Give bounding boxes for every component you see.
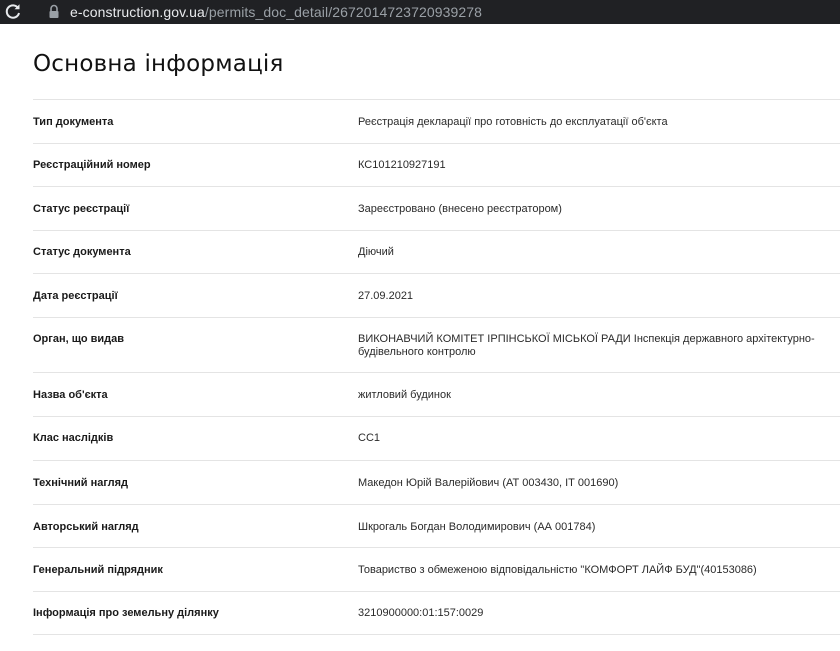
row-label: Статус реєстрації	[33, 203, 130, 215]
page-title: Основна інформація	[33, 51, 284, 77]
row-label: Інформація про земельну ділянку	[33, 607, 219, 619]
row-value: ВИКОНАВЧИЙ КОМІТЕТ ІРПІНСЬКОЇ МІСЬКОЇ РА…	[358, 333, 815, 358]
row-label: Авторський нагляд	[33, 521, 139, 533]
url-path: /permits_doc_detail/2672014723720939278	[204, 4, 483, 20]
url-domain: e-construction.gov.ua	[70, 4, 205, 20]
row-value: Реєстрація декларації про готовність до …	[358, 116, 668, 128]
table-row: Технічний нагляд Македон Юрій Валерійови…	[33, 460, 840, 504]
row-value: 27.09.2021	[358, 290, 414, 302]
table-row: Назва об'єкта житловий будинок	[33, 372, 840, 416]
row-value: Македон Юрій Валерійович (АТ 003430, ІТ …	[358, 477, 619, 489]
row-value: Зареєстровано (внесено реєстратором)	[358, 203, 562, 215]
table-row: Авторський нагляд Шкрогаль Богдан Володи…	[33, 504, 840, 547]
row-label: Статус документа	[33, 246, 131, 258]
row-label: Назва об'єкта	[33, 389, 108, 401]
table-row: Генеральний підрядник Товариство з обмеж…	[33, 547, 840, 591]
main-content: Основна інформація Тип документа Реєстра…	[0, 24, 840, 651]
row-label: Орган, що видав	[33, 333, 125, 345]
row-label: Дата реєстрації	[33, 290, 118, 302]
table-row: Інформація про земельну ділянку 32109000…	[33, 591, 840, 634]
row-value: Товариство з обмеженою відповідальністю …	[358, 564, 757, 576]
info-table: Тип документа Реєстрація декларації про …	[33, 99, 840, 635]
url-field[interactable]: e-construction.gov.ua/permits_doc_detail…	[70, 3, 482, 21]
table-row: Реєстраційний номер КС101210927191	[33, 143, 840, 186]
row-label: Генеральний підрядник	[33, 564, 163, 576]
table-row: Орган, що видав ВИКОНАВЧИЙ КОМІТЕТ ІРПІН…	[33, 317, 840, 372]
row-value: Діючий	[358, 246, 394, 258]
row-label: Тип документа	[33, 116, 114, 128]
row-value: житловий будинок	[358, 389, 451, 401]
table-row: Статус реєстрації Зареєстровано (внесено…	[33, 186, 840, 230]
row-value: 3210900000:01:157:0029	[358, 607, 484, 619]
table-divider	[33, 634, 840, 635]
row-value: СС1	[358, 432, 381, 444]
row-label: Технічний нагляд	[33, 477, 129, 489]
table-row: Дата реєстрації 27.09.2021	[33, 273, 840, 317]
table-row: Тип документа Реєстрація декларації про …	[33, 99, 840, 143]
row-label: Клас наслідків	[33, 432, 114, 444]
row-value: КС101210927191	[358, 159, 446, 171]
table-row: Статус документа Діючий	[33, 230, 840, 273]
browser-address-bar: e-construction.gov.ua/permits_doc_detail…	[0, 0, 840, 24]
row-value: Шкрогаль Богдан Володимирович (АА 001784…	[358, 521, 596, 533]
table-row: Клас наслідків СС1	[33, 416, 840, 460]
row-label: Реєстраційний номер	[33, 159, 151, 171]
